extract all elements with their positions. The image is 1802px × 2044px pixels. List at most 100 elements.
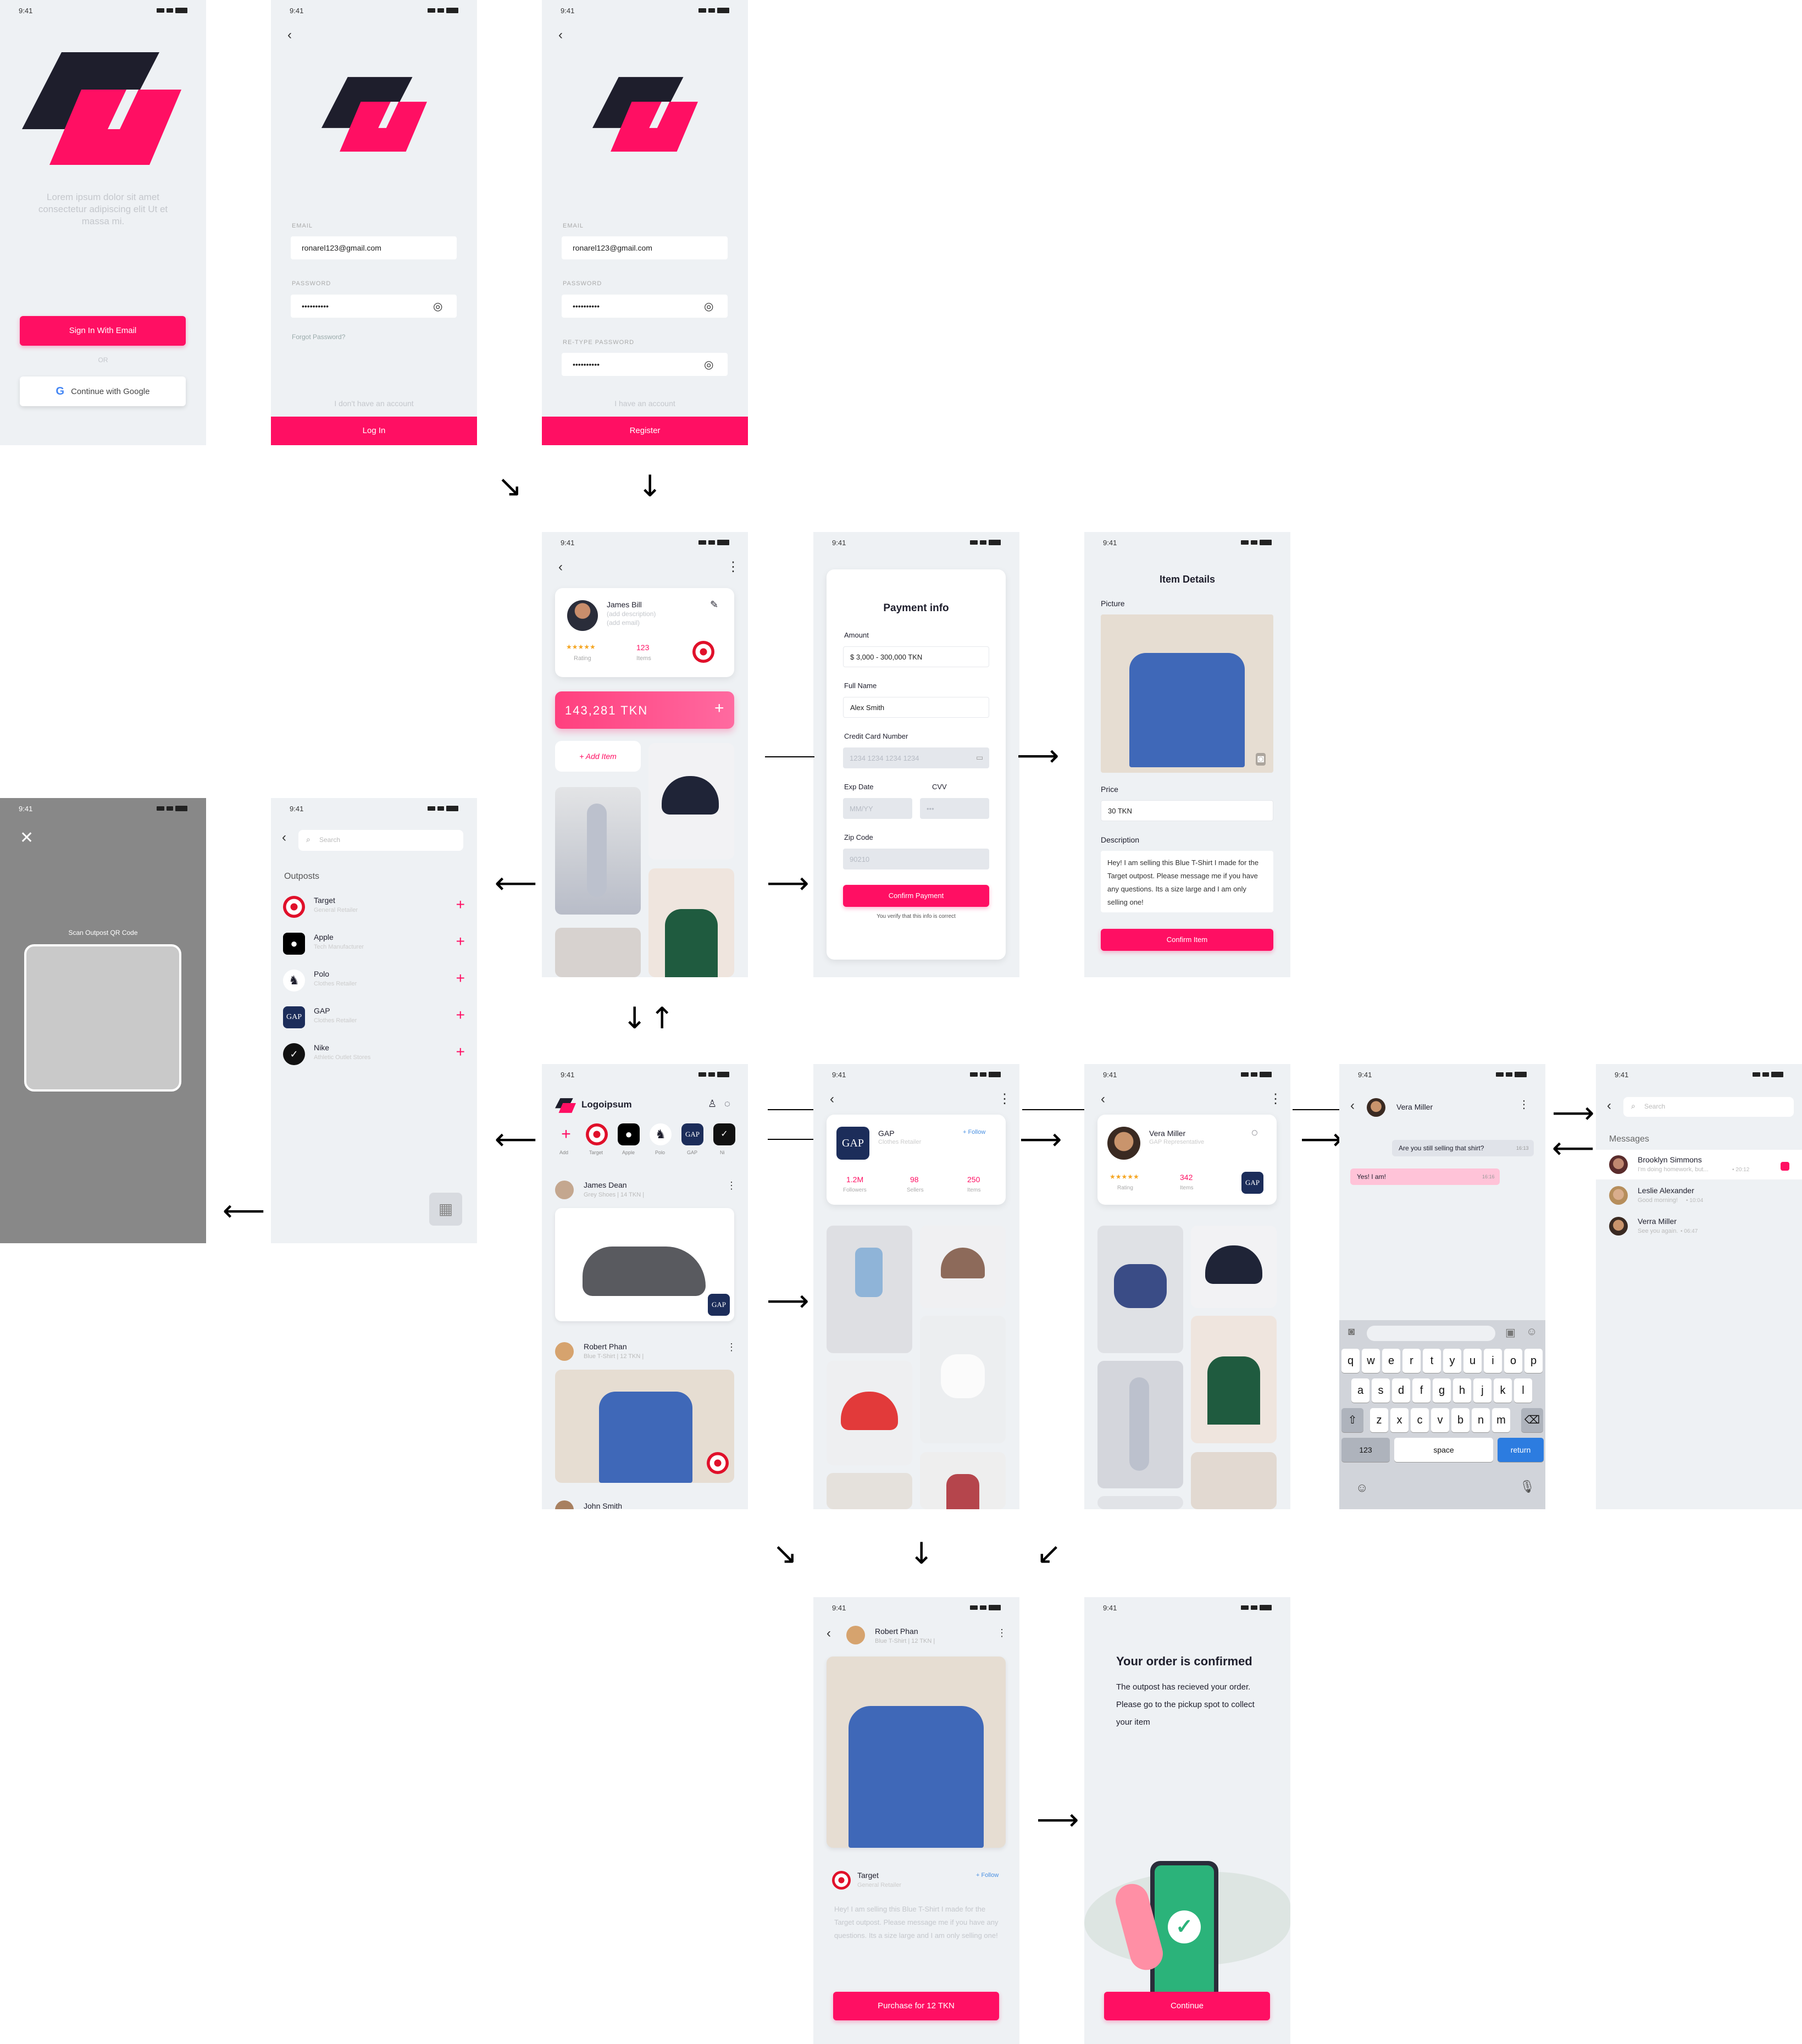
zip-field[interactable]: 90210 bbox=[843, 849, 989, 869]
qr-scan-frame[interactable] bbox=[24, 944, 181, 1092]
gap-icon[interactable]: GAP bbox=[681, 1123, 703, 1145]
item-image-cap[interactable] bbox=[648, 743, 734, 860]
camera-icon[interactable]: ◙ bbox=[1348, 1326, 1355, 1338]
key-i[interactable]: i bbox=[1484, 1349, 1502, 1373]
product-image[interactable] bbox=[827, 1657, 1006, 1848]
microphone-icon[interactable]: 🎙 bbox=[1520, 1480, 1535, 1494]
more-icon[interactable]: ⋮ bbox=[998, 1093, 1011, 1106]
shift-key[interactable]: ⇧ bbox=[1341, 1408, 1363, 1432]
google-button[interactable]: G Continue with Google bbox=[20, 376, 186, 406]
target-icon[interactable] bbox=[586, 1123, 608, 1145]
plus-icon[interactable]: + bbox=[714, 699, 724, 718]
key-b[interactable]: b bbox=[1451, 1408, 1470, 1432]
back-icon[interactable]: ‹ bbox=[1101, 1093, 1105, 1106]
space-key[interactable]: space bbox=[1394, 1438, 1493, 1462]
backspace-key[interactable]: ⌫ bbox=[1521, 1408, 1543, 1432]
confirm-item-button[interactable]: Confirm Item bbox=[1101, 929, 1273, 951]
eye-off-icon[interactable]: ◎ bbox=[433, 300, 442, 313]
amount-field[interactable]: $ 3,000 - 300,000 TKN bbox=[843, 646, 989, 667]
description-field[interactable]: Hey! I am selling this Blue T-Shirt I ma… bbox=[1101, 851, 1273, 912]
item-image-misc[interactable] bbox=[827, 1473, 912, 1509]
key-j[interactable]: j bbox=[1473, 1378, 1491, 1403]
key-o[interactable]: o bbox=[1504, 1349, 1522, 1373]
item-image-woman[interactable] bbox=[1191, 1452, 1277, 1509]
forgot-password-link[interactable]: Forgot Password? bbox=[292, 333, 345, 341]
camera-icon[interactable]: ◙ bbox=[1256, 753, 1266, 766]
full-name-field[interactable]: Alex Smith bbox=[843, 697, 989, 718]
return-key[interactable]: return bbox=[1498, 1438, 1544, 1462]
profile-icon[interactable]: ♙ bbox=[708, 1098, 717, 1110]
key-f[interactable]: f bbox=[1412, 1378, 1430, 1403]
outpost-row-gap[interactable]: GAP GAP Clothes Retailer + bbox=[283, 1004, 465, 1037]
close-icon[interactable]: ✕ bbox=[20, 830, 34, 846]
search-input[interactable]: ⌕ Search bbox=[1623, 1097, 1794, 1117]
key-t[interactable]: t bbox=[1423, 1349, 1441, 1373]
register-button[interactable]: Register bbox=[542, 417, 748, 445]
item-image-misc[interactable] bbox=[1097, 1496, 1183, 1509]
key-y[interactable]: y bbox=[1443, 1349, 1461, 1373]
more-icon[interactable]: ⋮ bbox=[727, 1181, 736, 1190]
post-image-tshirt[interactable] bbox=[555, 1370, 734, 1483]
key-l[interactable]: l bbox=[1514, 1378, 1532, 1403]
key-c[interactable]: c bbox=[1411, 1408, 1429, 1432]
item-image-cap[interactable] bbox=[1191, 1226, 1277, 1308]
key-r[interactable]: r bbox=[1402, 1349, 1421, 1373]
eye-off-icon[interactable]: ◎ bbox=[704, 358, 713, 372]
outpost-row-nike[interactable]: ✓ Nike Athletic Outlet Stores + bbox=[283, 1041, 465, 1074]
key-q[interactable]: q bbox=[1341, 1349, 1360, 1373]
chat-icon[interactable]: ◌ bbox=[724, 1098, 730, 1110]
email-field[interactable]: ronarel123@gmail.com bbox=[562, 236, 728, 259]
outpost-row-apple[interactable]: ● Apple Tech Manufacturer + bbox=[283, 930, 465, 963]
key-v[interactable]: v bbox=[1431, 1408, 1449, 1432]
purchase-button[interactable]: Purchase for 12 TKN bbox=[833, 1992, 999, 2020]
back-icon[interactable]: ‹ bbox=[1350, 1099, 1355, 1112]
emoji-icon[interactable]: ☺ bbox=[1356, 1481, 1368, 1495]
back-icon[interactable]: ‹ bbox=[287, 29, 292, 42]
password-field[interactable]: •••••••••• bbox=[562, 295, 728, 318]
item-image-shoes[interactable] bbox=[1097, 1226, 1183, 1353]
add-outpost-icon[interactable]: + bbox=[456, 934, 465, 949]
more-icon[interactable]: ⋮ bbox=[997, 1628, 1007, 1638]
conversation-row[interactable]: Leslie Alexander Good morning! • 10:04 bbox=[1596, 1181, 1802, 1210]
key-u[interactable]: u bbox=[1463, 1349, 1482, 1373]
eye-off-icon[interactable]: ◎ bbox=[704, 300, 713, 313]
key-z[interactable]: z bbox=[1370, 1408, 1388, 1432]
key-p[interactable]: p bbox=[1524, 1349, 1543, 1373]
key-k[interactable]: k bbox=[1494, 1378, 1512, 1403]
price-field[interactable]: 30 TKN bbox=[1101, 800, 1273, 821]
item-image-legging[interactable] bbox=[1097, 1361, 1183, 1488]
back-icon[interactable]: ‹ bbox=[1607, 1099, 1611, 1112]
image-icon[interactable]: ▣ bbox=[1505, 1326, 1516, 1339]
cvv-field[interactable]: ••• bbox=[920, 798, 989, 819]
more-icon[interactable]: ⋮ bbox=[727, 561, 740, 574]
exp-date-field[interactable]: MM/YY bbox=[843, 798, 912, 819]
item-image-legging[interactable] bbox=[555, 787, 641, 915]
more-icon[interactable]: ⋮ bbox=[1518, 1099, 1529, 1110]
add-outpost-icon[interactable]: + bbox=[456, 1044, 465, 1060]
have-account-link[interactable]: I have an account bbox=[542, 399, 748, 408]
item-image-woman[interactable] bbox=[555, 928, 641, 977]
login-button[interactable]: Log In bbox=[271, 417, 477, 445]
key-x[interactable]: x bbox=[1390, 1408, 1409, 1432]
follow-button[interactable]: + Follow bbox=[963, 1129, 985, 1135]
nike-icon[interactable]: ✓ bbox=[713, 1123, 735, 1145]
retype-password-field[interactable]: •••••••••• bbox=[562, 353, 728, 376]
password-field[interactable]: •••••••••• bbox=[291, 295, 457, 318]
key-g[interactable]: g bbox=[1433, 1378, 1451, 1403]
follow-button[interactable]: + Follow bbox=[976, 1872, 999, 1879]
back-icon[interactable]: ‹ bbox=[830, 1093, 834, 1106]
outpost-row-polo[interactable]: ♞ Polo Clothes Retailer + bbox=[283, 967, 465, 1000]
message-icon[interactable]: ◌ bbox=[1251, 1127, 1258, 1139]
add-story-button[interactable]: + bbox=[555, 1123, 577, 1145]
apple-icon[interactable]: ● bbox=[618, 1123, 640, 1145]
back-icon[interactable]: ‹ bbox=[827, 1627, 831, 1640]
outpost-row-target[interactable]: Target General Retailer + bbox=[283, 894, 465, 927]
key-e[interactable]: e bbox=[1382, 1349, 1400, 1373]
item-image-baby-shoes[interactable] bbox=[920, 1316, 1006, 1443]
qr-code-button[interactable]: ▦ bbox=[429, 1193, 462, 1226]
no-account-link[interactable]: I don't have an account bbox=[271, 399, 477, 408]
continue-button[interactable]: Continue bbox=[1104, 1992, 1270, 2020]
item-image-boy[interactable] bbox=[827, 1226, 912, 1353]
message-input[interactable] bbox=[1367, 1326, 1495, 1341]
confirm-payment-button[interactable]: Confirm Payment bbox=[843, 885, 989, 907]
